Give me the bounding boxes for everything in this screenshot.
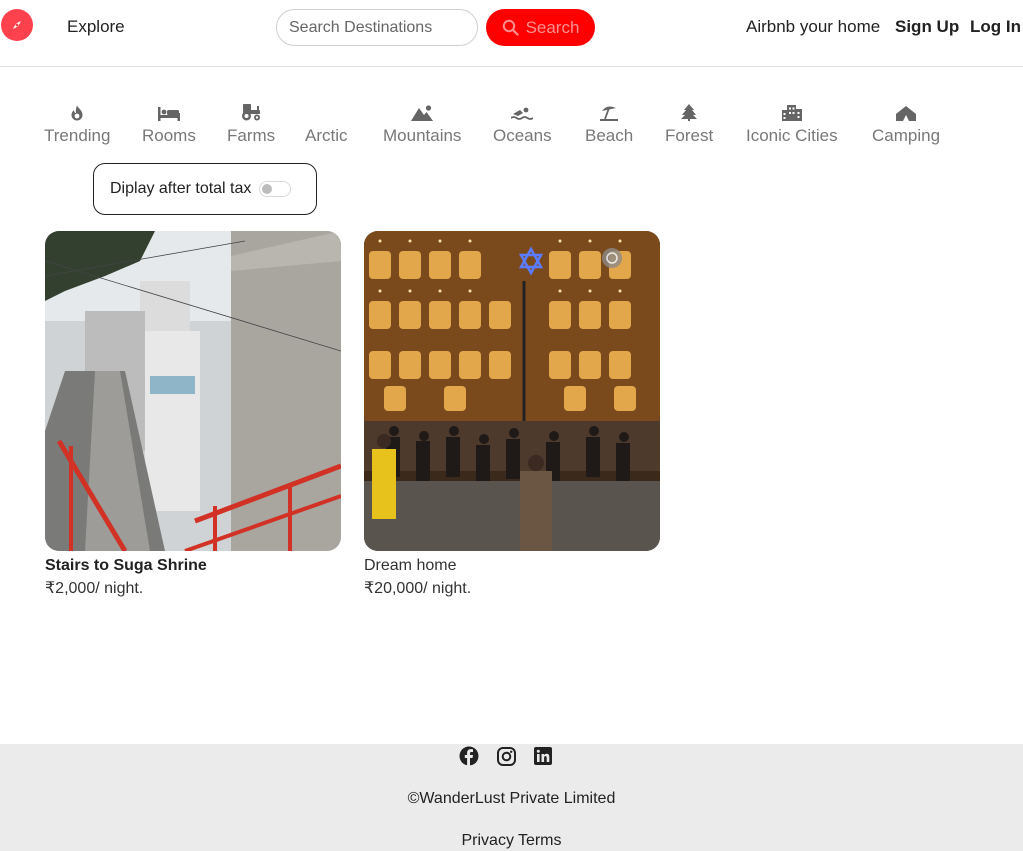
listing-title: Stairs to Suga Shrine: [45, 557, 207, 574]
umbrella-beach-icon: [599, 101, 619, 121]
filter-oceans[interactable]: Oceans: [493, 101, 552, 146]
search-button-label: Search: [525, 17, 580, 37]
filter-label: Farms: [227, 126, 276, 145]
filter-mountains[interactable]: Mountains: [383, 101, 461, 146]
listing-image[interactable]: [364, 231, 660, 551]
tax-toggle: Diplay after total tax: [93, 163, 317, 215]
airbnb-your-home-link[interactable]: Airbnb your home: [746, 17, 880, 37]
city-icon: [781, 101, 802, 121]
search-icon: [502, 19, 519, 36]
navbar: Explore Search Airbnb your home Sign Up …: [0, 0, 1023, 67]
filter-rooms[interactable]: Rooms: [142, 101, 196, 146]
search-button[interactable]: Search: [486, 9, 595, 46]
listing-image[interactable]: [45, 231, 341, 551]
campground-icon: [895, 101, 917, 121]
facebook-icon[interactable]: [459, 746, 479, 766]
bed-icon: [157, 101, 180, 121]
filter-arctic[interactable]: Arctic: [305, 101, 348, 146]
filter-forest[interactable]: Forest: [665, 101, 713, 146]
snowflake-icon: [318, 101, 334, 121]
listing-price-line: ₹2,000/ night.: [45, 577, 341, 601]
instagram-icon[interactable]: [496, 746, 516, 766]
signup-link[interactable]: Sign Up: [895, 17, 959, 37]
fire-icon: [70, 101, 84, 121]
filter-camping[interactable]: Camping: [872, 101, 940, 146]
filter-label: Trending: [44, 126, 111, 145]
search-input[interactable]: [276, 9, 478, 46]
login-link[interactable]: Log In: [970, 17, 1021, 37]
filter-trending[interactable]: Trending: [44, 101, 110, 146]
linkedin-icon[interactable]: [533, 746, 553, 766]
listing-title: Dream home: [364, 557, 457, 574]
social-links: [459, 746, 553, 766]
filter-label: Iconic Cities: [746, 126, 838, 145]
tax-toggle-label: Diplay after total tax: [110, 180, 252, 197]
listing-per-night: / night.: [95, 580, 144, 597]
explore-link[interactable]: Explore: [67, 17, 125, 37]
filter-label: Beach: [585, 126, 634, 145]
filter-beach[interactable]: Beach: [585, 101, 633, 146]
filter-label: Rooms: [142, 126, 196, 145]
listing-per-night: / night.: [423, 580, 472, 597]
tractor-icon: [240, 101, 262, 121]
listing-price: ₹2,000: [45, 580, 96, 597]
filter-label: Forest: [665, 126, 714, 145]
tree-icon: [681, 101, 698, 121]
footer-links: Privacy Terms: [0, 832, 1023, 850]
privacy-link[interactable]: Privacy: [461, 832, 513, 849]
filter-label: Camping: [872, 126, 941, 145]
compass-icon[interactable]: [1, 9, 33, 41]
filter-farms[interactable]: Farms: [227, 101, 275, 146]
listing-card[interactable]: Stairs to Suga Shrine ₹2,000/ night.: [45, 231, 341, 601]
listing-price-line: ₹20,000/ night.: [364, 577, 660, 601]
filter-label: Oceans: [493, 126, 552, 145]
footer: ©WanderLust Private Limited Privacy Terms: [0, 744, 1023, 851]
filter-label: Mountains: [383, 126, 462, 145]
copyright-text: ©WanderLust Private Limited: [407, 790, 616, 807]
listing-card[interactable]: Dream home ₹20,000/ night.: [364, 231, 660, 601]
filter-iconic-cities[interactable]: Iconic Cities: [746, 101, 838, 146]
terms-link[interactable]: Terms: [518, 832, 562, 849]
filter-label: Arctic: [305, 126, 348, 145]
listing-price: ₹20,000: [364, 580, 424, 597]
tax-switch-knob: [262, 184, 273, 194]
mountain-icon: [411, 101, 434, 121]
swimmer-icon: [511, 101, 534, 121]
tax-switch[interactable]: [259, 181, 292, 197]
